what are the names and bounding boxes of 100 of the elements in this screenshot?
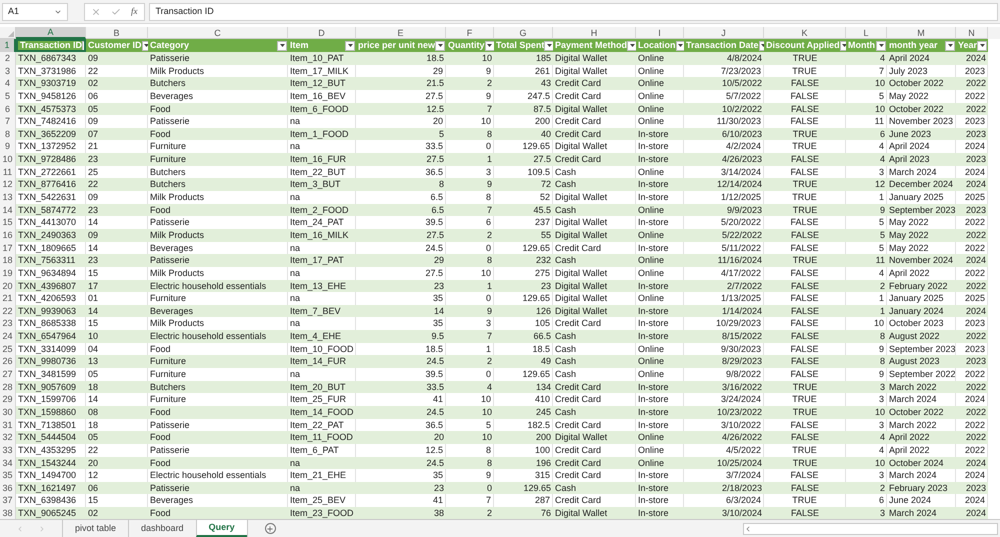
row-number[interactable]: 10 (0, 153, 16, 167)
filter-button[interactable] (345, 40, 355, 50)
row-number[interactable]: 12 (0, 178, 16, 192)
table-cell: 1 (846, 292, 887, 306)
table-cell: 14 (86, 216, 148, 230)
filter-button[interactable] (277, 40, 287, 50)
table-cell: Furniture (148, 355, 288, 370)
row-number[interactable]: 4 (0, 77, 16, 91)
filter-button[interactable] (484, 40, 494, 50)
table-cell: TRUE (764, 52, 846, 66)
table-cell: 15 (86, 266, 148, 281)
sheet-tab[interactable]: Query (196, 520, 247, 537)
add-sheet-button[interactable] (264, 523, 276, 534)
table-cell: March 2024 (887, 469, 956, 483)
row-number[interactable]: 37 (0, 494, 16, 508)
row-number[interactable]: 7 (0, 115, 16, 129)
row-number[interactable]: 9 (0, 140, 16, 154)
table-cell: Item_24_PAT (288, 216, 356, 230)
table-cell: Item_17_PAT (288, 254, 356, 268)
filter-button[interactable] (544, 40, 553, 50)
table-cell: 23 (86, 254, 148, 268)
formula-field[interactable]: Transaction ID (148, 2, 998, 20)
row-number[interactable]: 35 (0, 469, 16, 483)
table-cell: 2022 (956, 431, 988, 445)
table-cell: 41 (356, 494, 446, 508)
row-number[interactable]: 29 (0, 393, 16, 407)
table-cell: Cash (553, 330, 636, 344)
table-cell: Item_25_FUR (288, 393, 356, 407)
table-cell: 4/26/2023 (684, 153, 764, 167)
row-number[interactable]: 1 (0, 39, 16, 52)
table-cell: 245 (494, 406, 553, 420)
table-cell: 11/16/2024 (684, 254, 764, 268)
insert-function-button[interactable]: fx (131, 4, 138, 18)
table-cell: Butchers (148, 178, 288, 192)
table-cell: TXN_1598860 (16, 406, 86, 420)
table-cell: 3/10/2024 (684, 507, 764, 519)
row-number[interactable]: 27 (0, 368, 16, 382)
table-cell: April 2022 (887, 444, 956, 458)
table-cell: Online (636, 266, 684, 281)
row-number[interactable]: 15 (0, 216, 16, 230)
table-cell: 2024 (956, 393, 988, 407)
filter-button[interactable] (676, 40, 684, 50)
table-cell: 8 (846, 330, 887, 344)
table-cell: Digital Wallet (553, 266, 636, 281)
table-cell: FALSE (764, 228, 846, 243)
row-number[interactable]: 18 (0, 254, 16, 268)
filter-button[interactable] (876, 40, 886, 50)
table-cell: Item_14_FOOD (288, 406, 356, 420)
table-cell: Item_23_FOOD (288, 507, 356, 519)
table-cell: 247.5 (494, 90, 553, 104)
column-header[interactable]: A (16, 27, 86, 39)
sheet-tab[interactable]: pivot table (62, 520, 128, 537)
plus-icon (266, 524, 274, 532)
row-number[interactable]: 32 (0, 431, 16, 445)
table-cell: 5 (846, 228, 887, 243)
scroll-left-icon[interactable] (744, 524, 752, 532)
row-number[interactable]: 30 (0, 406, 16, 420)
row-number[interactable]: 33 (0, 444, 16, 458)
table-cell: 21.5 (356, 77, 446, 91)
table-cell: 2 (446, 507, 494, 519)
horizontal-scrollbar[interactable] (743, 522, 998, 534)
table-cell: 24.5 (356, 355, 446, 370)
table-cell: In-store (636, 507, 684, 519)
table-cell: 20 (356, 431, 446, 445)
table-cell: Credit Card (553, 77, 636, 91)
filter-button[interactable] (627, 40, 636, 50)
row-number[interactable]: 19 (0, 266, 16, 281)
table-cell: TXN_6398436 (16, 494, 86, 508)
table-cell: 09 (86, 228, 148, 243)
table-cell: 27.5 (356, 266, 446, 281)
table-cell: FALSE (764, 216, 846, 230)
table-cell: Item_16_FUR (288, 153, 356, 167)
table-cell: Beverages (148, 90, 288, 104)
row-number[interactable]: 2 (0, 52, 16, 66)
row-number[interactable]: 23 (0, 317, 16, 332)
table-cell: TXN_5444504 (16, 431, 86, 445)
filter-button[interactable] (435, 40, 446, 50)
filter-button[interactable] (977, 40, 988, 50)
table-cell: 0 (446, 292, 494, 306)
row-number[interactable]: 24 (0, 330, 16, 344)
row-number[interactable]: 13 (0, 191, 16, 205)
table-cell: 22 (86, 178, 148, 192)
table-cell: 12/14/2024 (684, 178, 764, 192)
table-cell: Patisserie (148, 444, 288, 458)
row-number[interactable]: 38 (0, 507, 16, 519)
table-cell: Credit Card (553, 317, 636, 332)
table-cell: 8/15/2022 (684, 330, 764, 344)
filter-button[interactable] (945, 40, 955, 50)
table-cell: 8/29/2023 (684, 355, 764, 370)
table-cell: 10 (446, 406, 494, 420)
table-cell: 200 (494, 115, 553, 129)
row-number[interactable]: 5 (0, 90, 16, 104)
table-cell: Online (636, 444, 684, 458)
row-number[interactable]: 26 (0, 355, 16, 370)
row-number[interactable]: 21 (0, 292, 16, 306)
name-box[interactable]: A1 (2, 2, 68, 20)
row-number[interactable]: 16 (0, 228, 16, 243)
table-cell: 7 (446, 330, 494, 344)
table-cell: Credit Card (553, 115, 636, 129)
table-cell: Item_3_BUT (288, 178, 356, 192)
